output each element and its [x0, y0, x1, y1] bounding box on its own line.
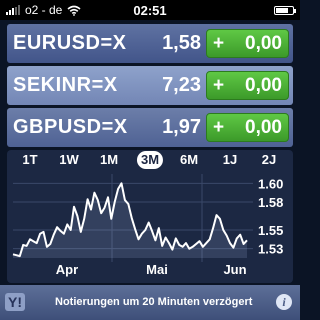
- x-tick-label: Jun: [223, 262, 246, 277]
- quote-row-sekinr[interactable]: SEKINR=X 7,23 + 0,00: [7, 66, 293, 105]
- quote-price: 1,58: [162, 32, 201, 54]
- change-sign: +: [213, 116, 225, 138]
- x-tick-label: Apr: [56, 262, 78, 277]
- signal-strength-icon: [6, 5, 20, 15]
- chart-panel: 1T 1W 1M 3M 6M 1J 2J 1.60 1.58 1.55 1.53 Apr…: [7, 150, 293, 283]
- x-tick-label: Mai: [146, 262, 168, 277]
- y-tick-label: 1.55: [258, 223, 283, 238]
- quote-list: EURUSD=X 1,58 + 0,00 SEKINR=X 7,23 + 0,0…: [7, 24, 293, 150]
- change-value: 0,00: [245, 74, 282, 96]
- wifi-icon: [67, 5, 81, 16]
- carrier-name: o2 - de: [25, 3, 63, 17]
- y-tick-label: 1.60: [258, 176, 283, 191]
- quote-price: 1,97: [162, 116, 201, 138]
- quote-row-eurusd[interactable]: EURUSD=X 1,58 + 0,00: [7, 24, 293, 63]
- yahoo-logo-icon[interactable]: Y!: [5, 293, 25, 311]
- change-button[interactable]: + 0,00: [206, 71, 289, 100]
- quote-symbol: SEKINR=X: [13, 74, 118, 96]
- change-sign: +: [213, 74, 225, 96]
- clock: 02:51: [133, 2, 167, 18]
- change-value: 0,00: [245, 32, 282, 54]
- status-bar: o2 - de 02:51: [0, 0, 300, 20]
- delay-notice: Notierungen um 20 Minuten verzögert: [55, 296, 253, 308]
- change-sign: +: [213, 32, 225, 54]
- quote-price: 7,23: [162, 74, 201, 96]
- change-button[interactable]: + 0,00: [206, 113, 289, 142]
- footer-bar: Y! Notierungen um 20 Minuten verzögert i: [0, 285, 300, 320]
- change-button[interactable]: + 0,00: [206, 29, 289, 58]
- quote-row-gbpusd[interactable]: GBPUSD=X 1,97 + 0,00: [7, 108, 293, 147]
- battery-icon: [274, 5, 296, 15]
- change-value: 0,00: [245, 116, 282, 138]
- y-tick-label: 1.58: [258, 195, 283, 210]
- price-chart: 1.60 1.58 1.55 1.53 Apr Mai Jun: [12, 174, 283, 277]
- quote-symbol: GBPUSD=X: [13, 116, 128, 138]
- info-icon[interactable]: i: [276, 294, 292, 310]
- y-tick-label: 1.53: [258, 242, 283, 257]
- quote-symbol: EURUSD=X: [13, 32, 127, 54]
